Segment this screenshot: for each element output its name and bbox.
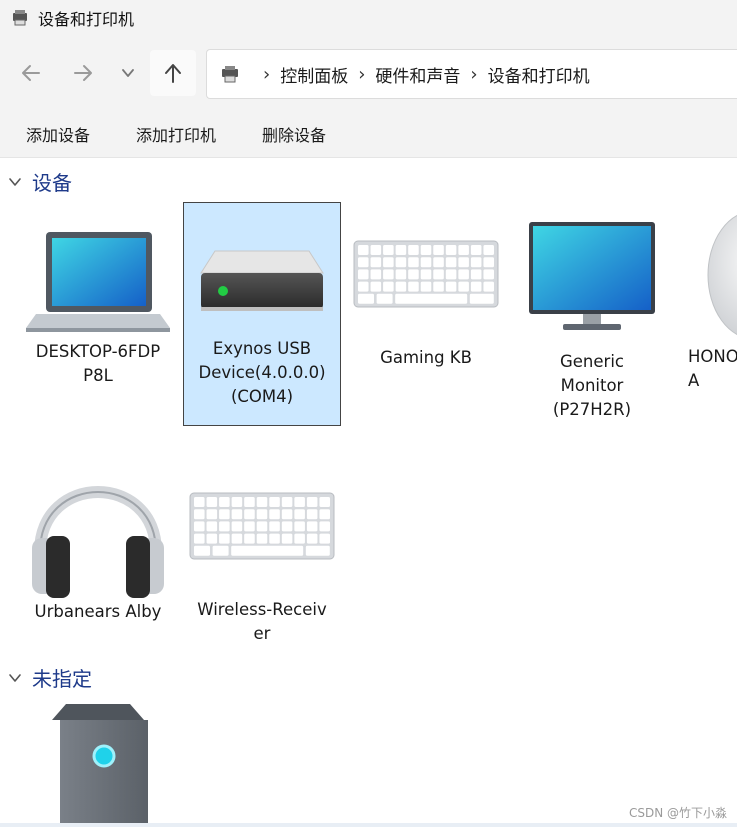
headphones-icon: [32, 486, 164, 598]
forward-button[interactable]: [60, 50, 106, 96]
device-item-exynos-usb[interactable]: Exynos USB Device(4.0.0.0) (COM4): [183, 202, 341, 426]
device-label: Wireless-Receiv er: [197, 600, 327, 643]
section-title-devices: 设备: [32, 171, 72, 195]
device-label: Gaming KB: [380, 348, 472, 367]
device-label: DESKTOP-6FDP P8L: [35, 342, 161, 385]
up-button[interactable]: [150, 50, 196, 96]
control-panel-icon: [219, 63, 241, 85]
keyboard-icon: [189, 492, 335, 560]
section-header-unspecified[interactable]: 未指定: [8, 663, 92, 692]
chevron-down-icon: [9, 673, 21, 682]
arrow-left-icon: [22, 65, 40, 81]
device-label: HONO A: [688, 347, 737, 390]
breadcrumb-devices-printers[interactable]: 设备和打印机: [488, 62, 590, 87]
tower-pc-icon: [52, 704, 148, 824]
section-title-unspecified: 未指定: [32, 667, 92, 691]
breadcrumb-separator: ›: [470, 63, 478, 85]
add-device-button[interactable]: 添加设备: [16, 116, 100, 152]
drive-icon: [200, 250, 324, 311]
device-item-desktop[interactable]: DESKTOP-6FDP P8L: [16, 222, 180, 388]
command-bar: 添加设备 添加打印机 删除设备: [0, 111, 737, 158]
device-item-generic-monitor[interactable]: Generic Monitor (P27H2R): [512, 220, 672, 422]
laptop-icon: [26, 232, 170, 332]
breadcrumb-separator: ›: [358, 63, 366, 85]
address-bar[interactable]: › 控制面板 › 硬件和声音 › 设备和打印机: [206, 49, 737, 99]
monitor-icon: [529, 222, 655, 330]
title-bar: 设备和打印机: [0, 0, 737, 36]
device-item-urbanears-alby[interactable]: Urbanears Alby: [18, 452, 178, 624]
device-item-wireless-receiver[interactable]: Wireless-Receiv er: [186, 492, 338, 646]
window-title: 设备和打印机: [38, 10, 135, 29]
navigation-bar: › 控制面板 › 硬件和声音 › 设备和打印机: [0, 36, 737, 111]
arrow-right-icon: [74, 65, 92, 81]
device-item-honor-earbuds[interactable]: HONO A: [684, 205, 737, 393]
device-label: Urbanears Alby: [34, 602, 162, 621]
arrow-up-icon: [165, 64, 181, 83]
chevron-down-icon: [9, 177, 21, 186]
breadcrumb-control-panel[interactable]: 控制面板: [280, 62, 348, 87]
device-item-tower-pc[interactable]: [40, 702, 156, 824]
watermark-text: CSDN @竹下小淼: [628, 806, 727, 820]
device-item-gaming-kb[interactable]: Gaming KB: [350, 240, 502, 370]
devices-printers-icon: [10, 8, 30, 28]
back-button[interactable]: [8, 50, 54, 96]
add-printer-button[interactable]: 添加打印机: [126, 116, 226, 152]
device-label: Generic Monitor (P27H2R): [552, 352, 632, 419]
breadcrumb-separator: ›: [263, 63, 271, 85]
earbuds-icon: [707, 214, 737, 336]
keyboard-icon: [353, 240, 499, 308]
chevron-down-icon: [122, 69, 134, 77]
bottom-edge: [0, 823, 737, 827]
recent-locations-button[interactable]: [108, 50, 148, 96]
section-header-devices[interactable]: 设备: [8, 167, 72, 196]
device-label: Exynos USB Device(4.0.0.0) (COM4): [198, 339, 326, 406]
remove-device-button[interactable]: 删除设备: [252, 116, 336, 152]
breadcrumb-hardware-sound[interactable]: 硬件和声音: [375, 62, 460, 87]
